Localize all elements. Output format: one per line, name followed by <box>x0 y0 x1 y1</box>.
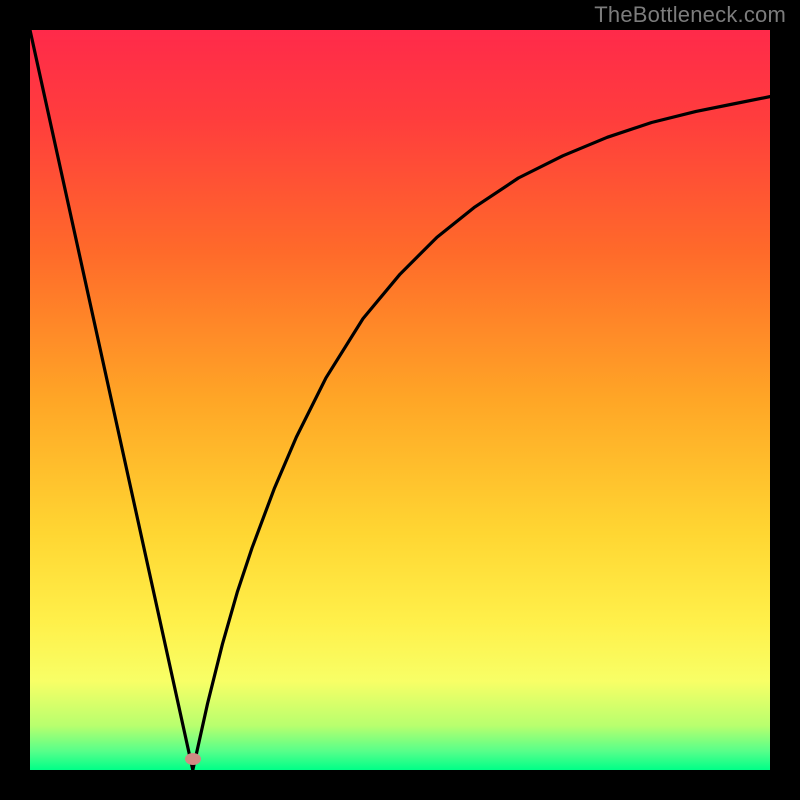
data-point-marker <box>185 753 201 765</box>
chart-svg <box>30 30 770 770</box>
watermark-label: TheBottleneck.com <box>594 2 786 28</box>
chart-frame: TheBottleneck.com <box>0 0 800 800</box>
plot-area <box>30 30 770 770</box>
gradient-background <box>30 30 770 770</box>
